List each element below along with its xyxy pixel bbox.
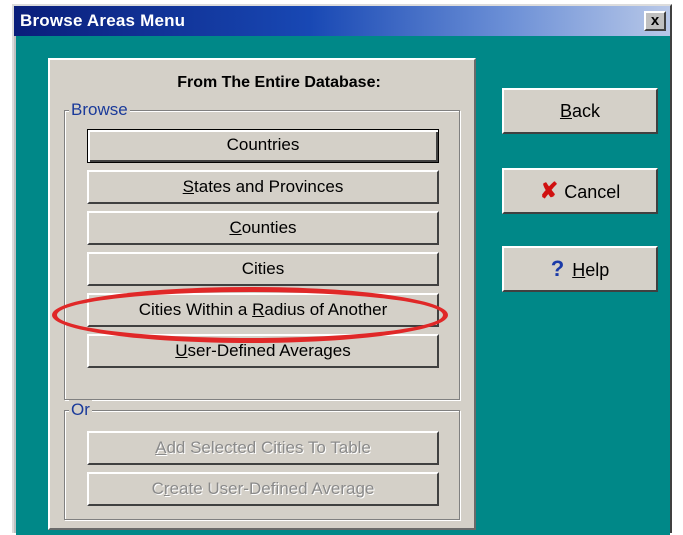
dialog-window: Browse Areas Menu x From The Entire Data… [12, 4, 672, 535]
dialog-client-area: From The Entire Database: Browse Countri… [16, 36, 670, 535]
red-highlight-ellipse [52, 287, 448, 343]
browse-group-label: Browse [69, 100, 130, 120]
browse-group: Browse Countries States and Provinces Co… [64, 100, 460, 400]
title-bar[interactable]: Browse Areas Menu x [14, 6, 670, 36]
or-group: Or Add Selected Cities To Table Create U… [64, 400, 460, 520]
countries-button[interactable]: Countries [87, 129, 439, 163]
back-button[interactable]: Back [502, 88, 658, 134]
cancel-button[interactable]: ✘ Cancel [502, 168, 658, 214]
help-question-icon: ? [550, 256, 565, 281]
counties-button[interactable]: Counties [87, 211, 439, 245]
close-icon: x [650, 12, 660, 29]
add-selected-cities-button[interactable]: Add Selected Cities To Table [87, 431, 439, 465]
states-provinces-button[interactable]: States and Provinces [87, 170, 439, 204]
panel-heading: From The Entire Database: [177, 74, 381, 91]
window-title: Browse Areas Menu [20, 11, 186, 30]
create-user-defined-average-button[interactable]: Create User-Defined Average [87, 472, 439, 506]
cancel-x-icon: ✘ [539, 178, 559, 203]
close-button[interactable]: x [644, 11, 666, 31]
or-group-label: Or [69, 400, 92, 420]
cities-button[interactable]: Cities [87, 252, 439, 286]
help-button[interactable]: ? Help [502, 246, 658, 292]
